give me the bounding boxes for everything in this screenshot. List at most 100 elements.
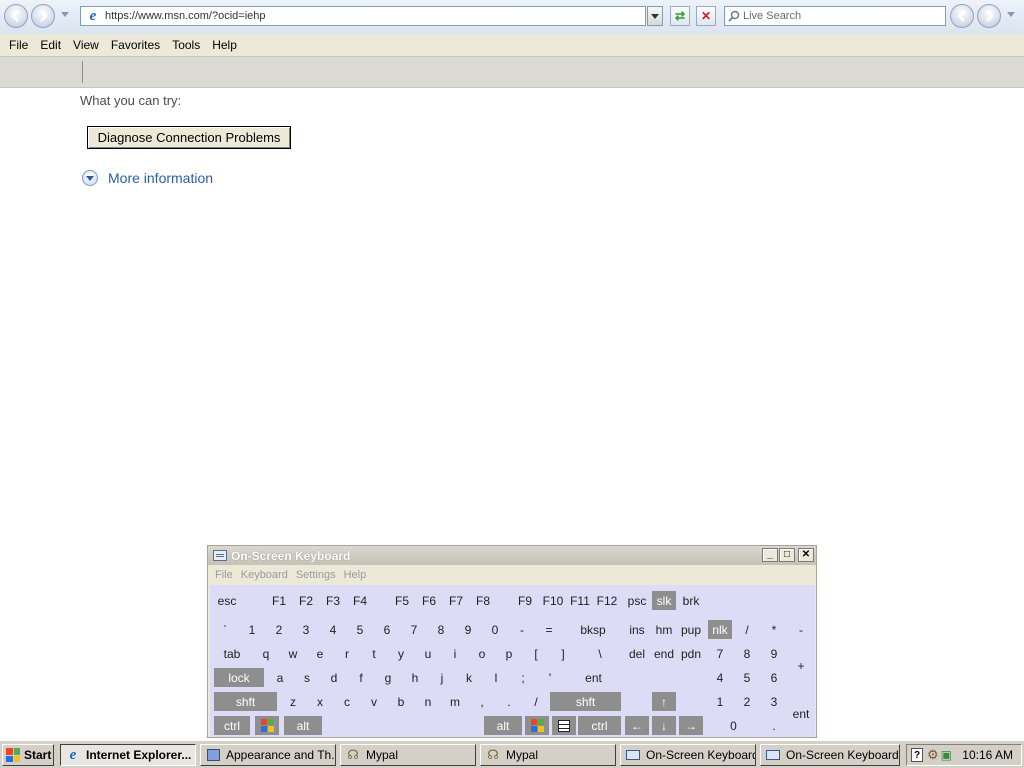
osk-key[interactable]: F2	[295, 591, 317, 610]
osk-key[interactable]: F3	[322, 591, 344, 610]
osk-key[interactable]: k	[458, 668, 480, 687]
osk-key[interactable]: esc	[214, 591, 240, 610]
osk-key[interactable]: brk	[679, 591, 703, 610]
osk-key[interactable]: 1	[708, 692, 732, 711]
osk-key[interactable]: p	[498, 644, 520, 663]
osk-key[interactable]: 9	[457, 620, 479, 639]
osk-key[interactable]: 9	[762, 644, 786, 663]
history-dropdown-icon[interactable]	[61, 12, 69, 17]
osk-key[interactable]: 2	[268, 620, 290, 639]
osk-key[interactable]: F7	[445, 591, 467, 610]
osk-key-space[interactable]	[327, 716, 477, 735]
osk-key[interactable]: 3	[762, 692, 786, 711]
osk-key[interactable]: 2	[735, 692, 759, 711]
tray-app-icon[interactable]: ⚙	[927, 747, 939, 763]
osk-key[interactable]: F12	[595, 591, 619, 610]
osk-key[interactable]: -	[511, 620, 533, 639]
osk-key[interactable]: ,	[471, 692, 493, 711]
osk-key[interactable]: 1	[241, 620, 263, 639]
osk-key[interactable]: .	[498, 692, 520, 711]
menu-file[interactable]: File	[0, 38, 34, 52]
osk-key[interactable]: 4	[708, 668, 732, 687]
osk-key[interactable]: 0	[708, 716, 759, 735]
osk-key[interactable]: `	[214, 620, 236, 639]
osk-key[interactable]: F8	[472, 591, 494, 610]
osk-menu-keyboard[interactable]: Keyboard	[237, 569, 292, 581]
osk-key[interactable]: nlk	[708, 620, 732, 639]
minimize-button[interactable]: _	[762, 548, 778, 562]
taskbar-button[interactable]: On-Screen Keyboard	[760, 744, 900, 766]
osk-key[interactable]: shft	[550, 692, 621, 711]
osk-key[interactable]: 7	[708, 644, 732, 663]
osk-menu-file[interactable]: File	[211, 569, 237, 581]
osk-key[interactable]: *	[762, 620, 786, 639]
osk-key[interactable]: ent	[566, 668, 621, 687]
osk-key[interactable]: pup	[679, 620, 703, 639]
menu-help[interactable]: Help	[206, 38, 243, 52]
osk-key[interactable]: tab	[214, 644, 250, 663]
osk-key[interactable]: ent	[789, 692, 813, 735]
osk-key[interactable]: alt	[284, 716, 322, 735]
osk-key[interactable]: 7	[403, 620, 425, 639]
osk-key-windows[interactable]	[525, 716, 549, 735]
menu-favorites[interactable]: Favorites	[105, 38, 166, 52]
search-back-button[interactable]	[950, 4, 974, 28]
osk-title-bar[interactable]: On-Screen Keyboard _ □ ✕	[208, 546, 816, 565]
osk-key[interactable]: ↑	[652, 692, 676, 711]
osk-key[interactable]: '	[539, 668, 561, 687]
search-forward-button[interactable]	[977, 4, 1001, 28]
osk-key[interactable]: /	[525, 692, 547, 711]
osk-key[interactable]: del	[625, 644, 649, 663]
osk-key[interactable]: F1	[268, 591, 290, 610]
osk-key[interactable]: F6	[418, 591, 440, 610]
menu-edit[interactable]: Edit	[34, 38, 67, 52]
osk-menu-settings[interactable]: Settings	[292, 569, 340, 581]
osk-key[interactable]: ctrl	[214, 716, 250, 735]
diagnose-connection-button[interactable]: Diagnose Connection Problems	[87, 126, 291, 149]
osk-key[interactable]: ;	[512, 668, 534, 687]
stop-button[interactable]: ✕	[696, 6, 716, 26]
osk-key[interactable]: x	[309, 692, 331, 711]
osk-key[interactable]: 5	[349, 620, 371, 639]
osk-key[interactable]: z	[282, 692, 304, 711]
url-dropdown-button[interactable]	[647, 6, 663, 26]
more-information-text[interactable]: More information	[108, 170, 213, 186]
menu-view[interactable]: View	[67, 38, 105, 52]
search-input[interactable]: Live Search	[724, 6, 946, 26]
osk-key[interactable]: o	[471, 644, 493, 663]
osk-key[interactable]: F10	[541, 591, 565, 610]
osk-key[interactable]: i	[444, 644, 466, 663]
osk-key[interactable]: 0	[484, 620, 506, 639]
more-information-link[interactable]: More information	[82, 170, 213, 186]
osk-key[interactable]: F9	[514, 591, 536, 610]
osk-key[interactable]: v	[363, 692, 385, 711]
osk-key[interactable]: shft	[214, 692, 277, 711]
osk-key-menu[interactable]	[552, 716, 576, 735]
osk-key[interactable]: ]	[552, 644, 574, 663]
osk-key[interactable]: n	[417, 692, 439, 711]
osk-key[interactable]: psc	[625, 591, 649, 610]
osk-key[interactable]: ctrl	[578, 716, 621, 735]
osk-key[interactable]: 6	[376, 620, 398, 639]
osk-key[interactable]: 4	[322, 620, 344, 639]
osk-key[interactable]: 6	[762, 668, 786, 687]
osk-key[interactable]: pdn	[679, 644, 703, 663]
taskbar-button[interactable]: ☊ Mypal	[340, 744, 476, 766]
osk-key[interactable]: slk	[652, 591, 676, 610]
osk-key[interactable]: f	[350, 668, 372, 687]
osk-key[interactable]: lock	[214, 668, 264, 687]
osk-key[interactable]: ↓	[652, 716, 676, 735]
osk-key[interactable]: ins	[625, 620, 649, 639]
osk-key[interactable]: 8	[430, 620, 452, 639]
osk-key[interactable]: 5	[735, 668, 759, 687]
osk-key[interactable]: F4	[349, 591, 371, 610]
osk-key[interactable]: l	[485, 668, 507, 687]
taskbar-button[interactable]: Appearance and Th...	[200, 744, 336, 766]
osk-key[interactable]: j	[431, 668, 453, 687]
osk-key[interactable]: 3	[295, 620, 317, 639]
forward-button[interactable]	[31, 4, 55, 28]
osk-key[interactable]: b	[390, 692, 412, 711]
osk-key[interactable]: w	[282, 644, 304, 663]
back-button[interactable]	[4, 4, 28, 28]
osk-key[interactable]: alt	[484, 716, 522, 735]
